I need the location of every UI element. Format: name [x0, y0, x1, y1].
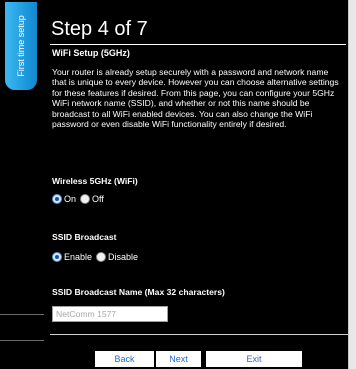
back-button[interactable]: Back: [95, 351, 154, 367]
wireless-off-label[interactable]: Off: [92, 194, 104, 204]
ssid-enable-radio[interactable]: [52, 252, 62, 262]
wireless-label: Wireless 5GHz (WiFi): [52, 176, 138, 186]
title-divider: [50, 44, 346, 45]
ssid-disable-label[interactable]: Disable: [108, 252, 138, 262]
page-title: Step 4 of 7: [51, 18, 148, 40]
wireless-off-radio[interactable]: [80, 194, 91, 204]
ssid-enable-label[interactable]: Enable: [64, 252, 92, 262]
wireless-on-label[interactable]: On: [64, 194, 76, 204]
ssid-disable-radio[interactable]: [96, 252, 107, 262]
ssid-name-label: SSID Broadcast Name (Max 32 characters): [52, 287, 225, 297]
ssid-broadcast-label: SSID Broadcast: [52, 232, 117, 242]
wireless-radio-group: On Off: [52, 192, 108, 206]
page-subtitle: WiFi Setup (5GHz): [52, 48, 130, 58]
sidebar: First time setup: [0, 0, 44, 369]
ssid-name-input[interactable]: [52, 306, 168, 322]
exit-button[interactable]: Exit: [206, 351, 302, 367]
sidebar-divider: [0, 314, 44, 315]
next-button[interactable]: Next: [156, 351, 201, 367]
scrollbar[interactable]: [348, 0, 356, 369]
tab-first-time-setup[interactable]: First time setup: [5, 2, 37, 90]
tab-first-time-setup-label: First time setup: [16, 15, 26, 77]
description-text: Your router is already setup securely wi…: [52, 67, 339, 130]
ssid-broadcast-radio-group: Enable Disable: [52, 250, 142, 264]
sidebar-divider: [0, 340, 44, 341]
bottom-divider: [50, 334, 348, 335]
wireless-on-radio[interactable]: [52, 194, 62, 204]
